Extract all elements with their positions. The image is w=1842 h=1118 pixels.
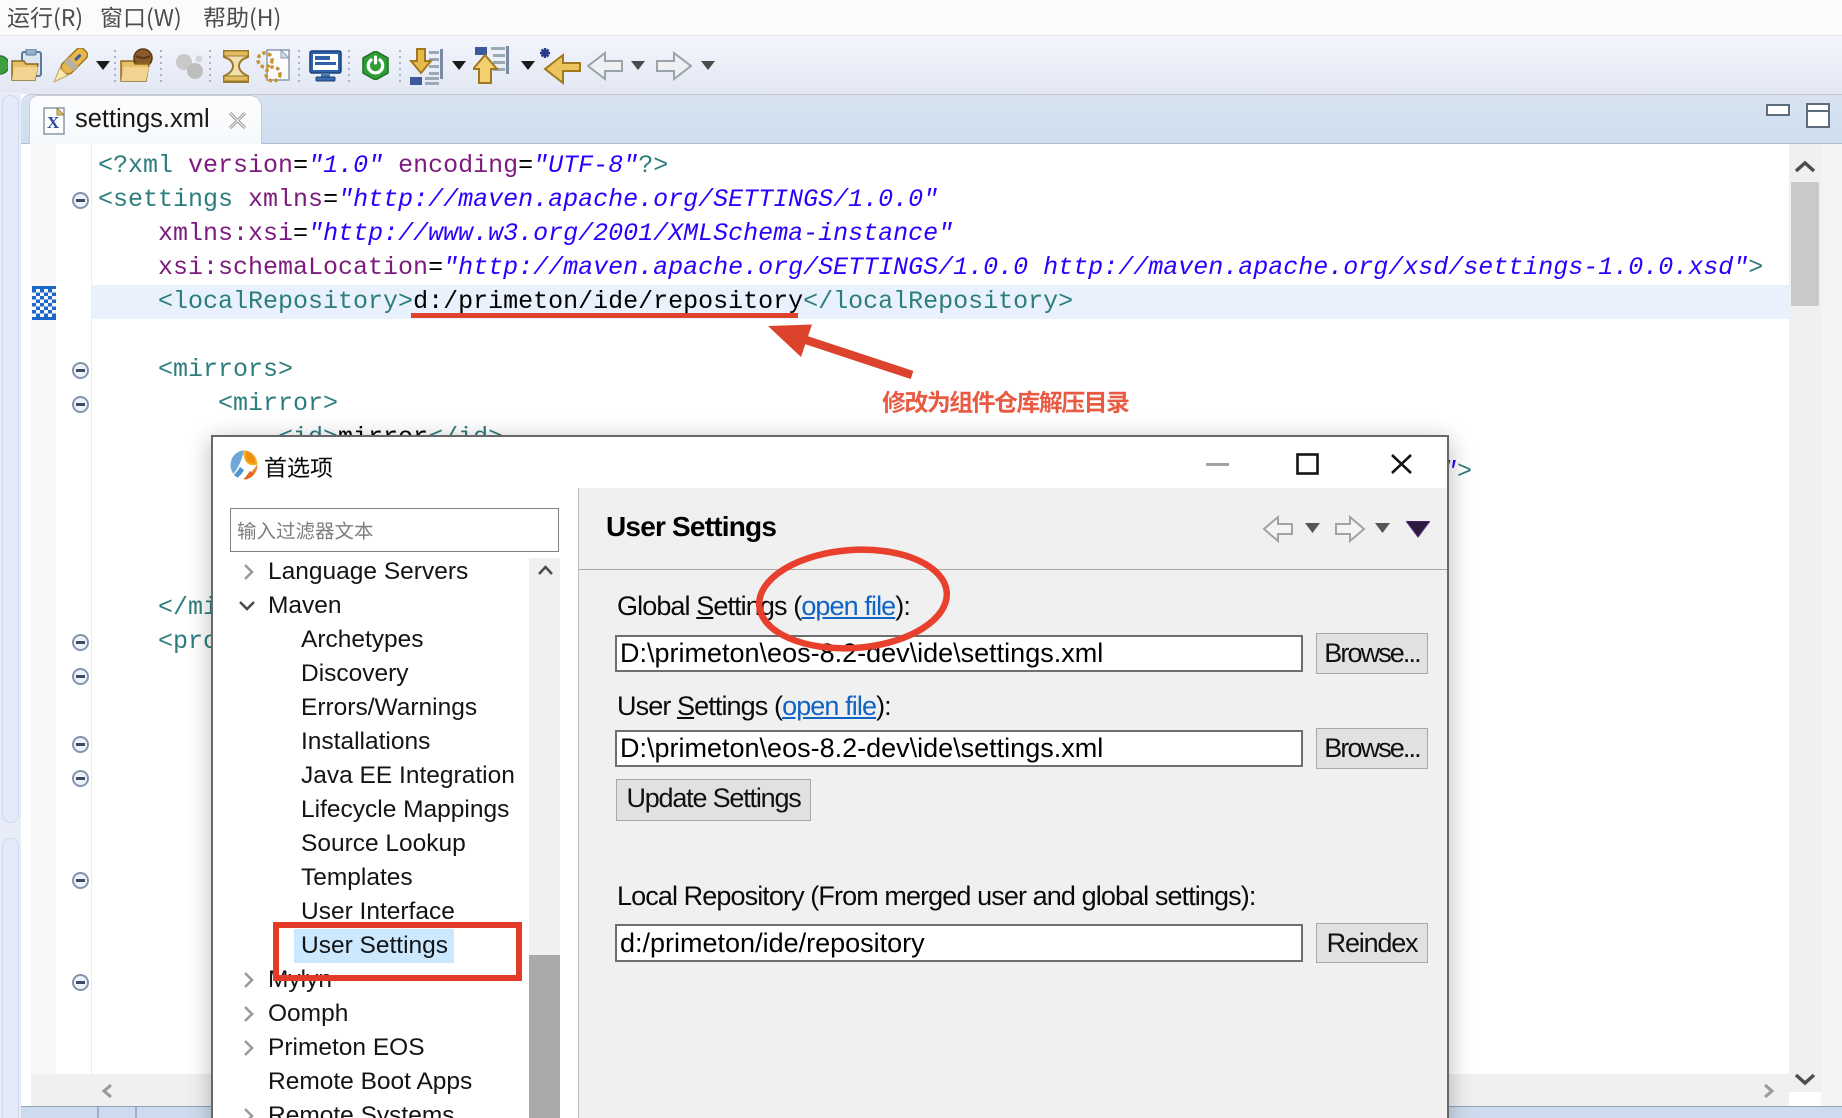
svg-text:X: X (47, 113, 60, 132)
